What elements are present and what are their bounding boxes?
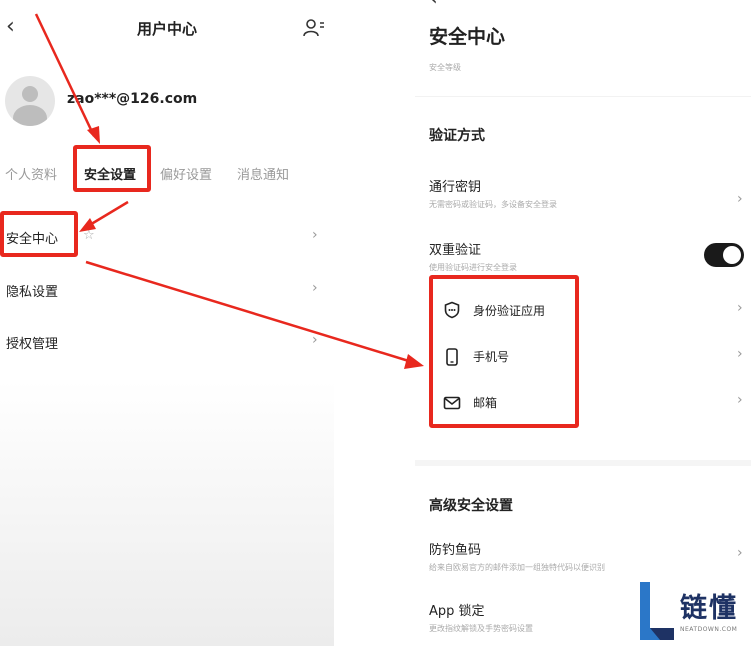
logo-mark-icon	[640, 582, 674, 640]
arrow-head	[87, 126, 100, 144]
arrow-head	[79, 218, 96, 232]
site-logo: 链懂 NEATDOWN.COM	[632, 576, 751, 646]
arrow-to-security-center	[87, 200, 129, 228]
annotation-arrows	[34, 13, 424, 369]
arrow-to-methods	[85, 260, 413, 364]
logo-text: 链懂	[680, 593, 738, 624]
arrow-to-tab	[34, 13, 96, 137]
logo-subtext: NEATDOWN.COM	[680, 626, 738, 633]
arrow-head	[404, 354, 424, 369]
